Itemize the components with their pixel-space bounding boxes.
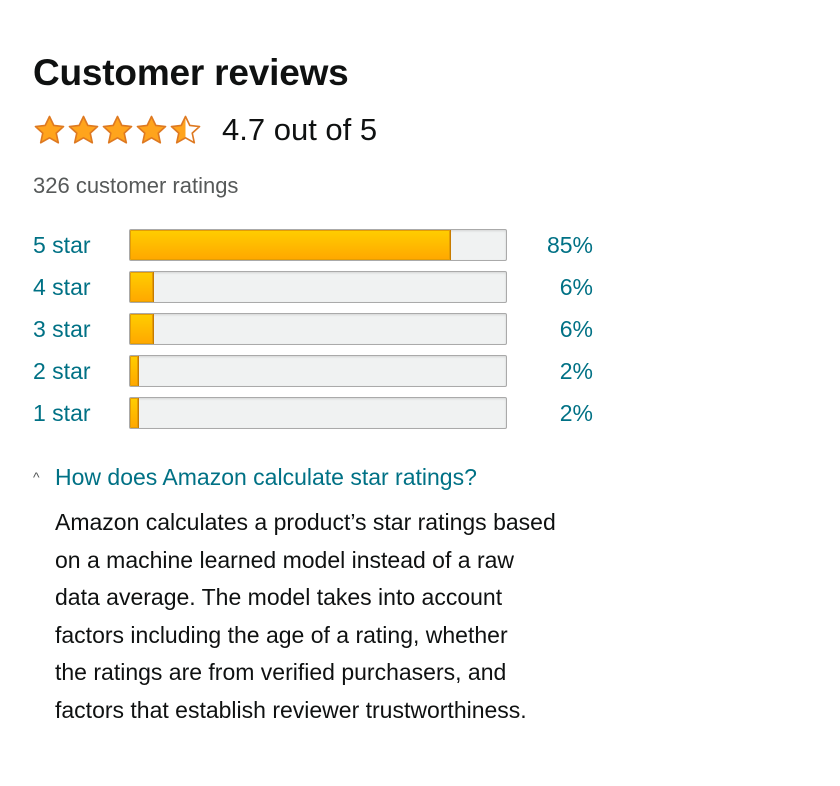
histogram-bar[interactable] [129,397,507,429]
total-ratings-count: 326 customer ratings [33,173,239,198]
histogram-bar-fill [130,356,139,386]
star-ratings-explainer: ^ How does Amazon calculate star ratings… [33,462,813,730]
customer-reviews-section: Customer reviews 4.7 out of 5 326 custom… [33,48,813,730]
histogram-row-1-star[interactable]: 1 star 2% [33,392,813,434]
histogram-label-link[interactable]: 5 star [33,230,129,260]
explainer-line: on a machine learned model instead of a … [55,546,515,573]
histogram-row-3-star[interactable]: 3 star 6% [33,308,813,350]
explainer-toggle[interactable]: ^ How does Amazon calculate star ratings… [33,462,813,492]
star-full-icon [34,115,65,144]
histogram-bar-fill [130,314,154,344]
explainer-line: Amazon calculates a product’s star ratin… [55,509,556,535]
histogram-percent-link[interactable]: 6% [507,272,593,302]
chevron-up-icon: ^ [33,469,40,485]
histogram-row-5-star[interactable]: 5 star 85% [33,224,813,266]
histogram-row-4-star[interactable]: 4 star 6% [33,266,813,308]
explainer-line: factors that establish reviewer trustwor… [55,696,527,723]
histogram-label-link[interactable]: 2 star [33,356,129,386]
average-rating-text: 4.7 out of 5 [222,112,378,147]
explainer-line: data average. The model takes into accou… [55,584,503,611]
star-full-icon [68,115,99,144]
rating-summary[interactable]: 4.7 out of 5 [33,110,813,150]
histogram-bar-fill [130,272,154,302]
histogram-percent-link[interactable]: 85% [507,230,593,260]
histogram-percent-link[interactable]: 6% [507,314,593,344]
histogram-percent-link[interactable]: 2% [507,398,593,428]
histogram-label-link[interactable]: 1 star [33,398,129,428]
histogram-bar-fill [130,398,139,428]
explainer-line: factors including the age of a rating, w… [55,621,508,648]
histogram-bar[interactable] [129,313,507,345]
star-full-icon [102,115,133,144]
star-half-icon [170,115,201,144]
explainer-line: the ratings are from verified purchasers… [55,659,507,686]
histogram-bar[interactable] [129,355,507,387]
histogram-bar[interactable] [129,271,507,303]
histogram-percent-link[interactable]: 2% [507,356,593,386]
star-full-icon [136,115,167,144]
histogram-row-2-star[interactable]: 2 star 2% [33,350,813,392]
section-title: Customer reviews [33,52,349,93]
histogram-label-link[interactable]: 3 star [33,314,129,344]
explainer-body: Amazon calculates a product’s star ratin… [55,504,645,730]
star-rating[interactable] [33,112,202,148]
histogram-bar[interactable] [129,229,507,261]
rating-histogram: 5 star 85% 4 star 6% 3 star 6% 2 star 2%… [33,224,813,434]
histogram-label-link[interactable]: 4 star [33,272,129,302]
histogram-bar-fill [130,230,451,260]
explainer-link[interactable]: How does Amazon calculate star ratings? [55,462,477,492]
